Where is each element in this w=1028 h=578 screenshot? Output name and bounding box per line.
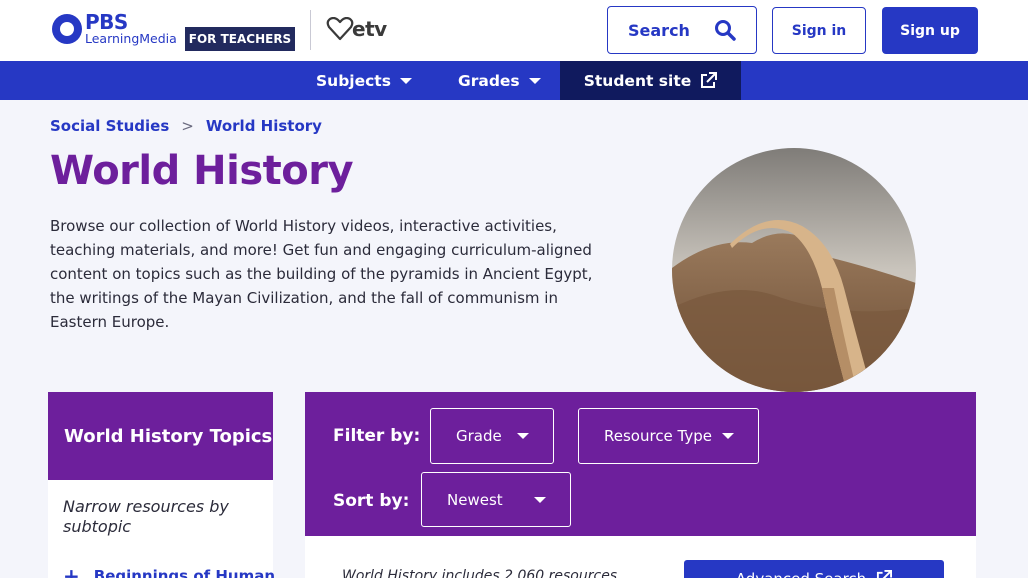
pbs-learningmedia-logo[interactable]: PBS LearningMedia xyxy=(52,12,177,46)
sort-select-value: Newest xyxy=(447,490,503,509)
chevron-down-icon xyxy=(528,77,541,84)
sign-up-button[interactable]: Sign up xyxy=(882,7,978,54)
logo-secondary-text: LearningMedia xyxy=(85,31,177,46)
pbs-head-icon xyxy=(52,13,82,44)
subtopic-label: Beginnings of Human xyxy=(93,567,276,578)
grade-select-value: Grade xyxy=(456,427,502,445)
external-link-icon xyxy=(877,570,893,578)
etv-partner-logo[interactable]: etv xyxy=(326,17,387,41)
page-intro: Browse our collection of World History v… xyxy=(50,217,593,331)
chevron-down-icon xyxy=(534,496,546,503)
etv-logo-text: etv xyxy=(352,17,387,41)
main-navigation: Subjects Grades Student site xyxy=(0,61,1028,100)
topics-heading-card: World History Topics xyxy=(48,392,273,480)
sort-by-label: Sort by: xyxy=(333,491,410,511)
search-icon xyxy=(715,20,736,41)
sort-select[interactable]: Newest xyxy=(421,472,571,527)
nav-student-site-label: Student site xyxy=(583,71,692,90)
nav-grades[interactable]: Grades xyxy=(458,61,541,100)
breadcrumb: Social Studies > World History xyxy=(50,117,322,135)
nav-subjects-label: Subjects xyxy=(316,71,391,90)
etv-heart-icon xyxy=(326,17,354,41)
filter-by-label: Filter by: xyxy=(333,426,421,446)
grade-select[interactable]: Grade xyxy=(430,408,554,464)
plus-icon: + xyxy=(63,564,80,578)
page-title: World History xyxy=(50,148,354,194)
advanced-search-button[interactable]: Advanced Search xyxy=(684,560,944,578)
sign-in-button[interactable]: Sign in xyxy=(772,7,866,54)
external-link-icon xyxy=(701,72,718,88)
header-divider xyxy=(310,10,311,50)
chevron-down-icon xyxy=(399,77,412,84)
nav-grades-label: Grades xyxy=(458,71,520,90)
resource-type-select-value: Resource Type xyxy=(604,427,713,445)
results-count: World History includes 2,060 resources xyxy=(342,568,618,578)
breadcrumb-separator: > xyxy=(181,117,194,135)
great-wall-image xyxy=(672,148,916,392)
advanced-search-label: Advanced Search xyxy=(736,570,866,578)
for-teachers-badge: FOR TEACHERS xyxy=(185,27,295,51)
resource-type-select[interactable]: Resource Type xyxy=(578,408,759,464)
site-header: PBS LearningMedia FOR TEACHERS etv Searc… xyxy=(0,0,1028,61)
logo-primary-text: PBS xyxy=(85,10,128,34)
nav-subjects[interactable]: Subjects xyxy=(316,61,412,100)
chevron-down-icon xyxy=(517,433,529,439)
breadcrumb-social-studies[interactable]: Social Studies xyxy=(50,117,169,135)
search-button[interactable]: Search xyxy=(607,6,757,54)
nav-student-site[interactable]: Student site xyxy=(560,61,741,100)
breadcrumb-world-history[interactable]: World History xyxy=(206,117,322,135)
subtopic-item[interactable]: + Beginnings of Human xyxy=(63,566,275,578)
narrow-resources-note: Narrow resources by subtopic xyxy=(63,497,229,536)
search-label: Search xyxy=(628,20,690,40)
chevron-down-icon xyxy=(722,433,734,439)
